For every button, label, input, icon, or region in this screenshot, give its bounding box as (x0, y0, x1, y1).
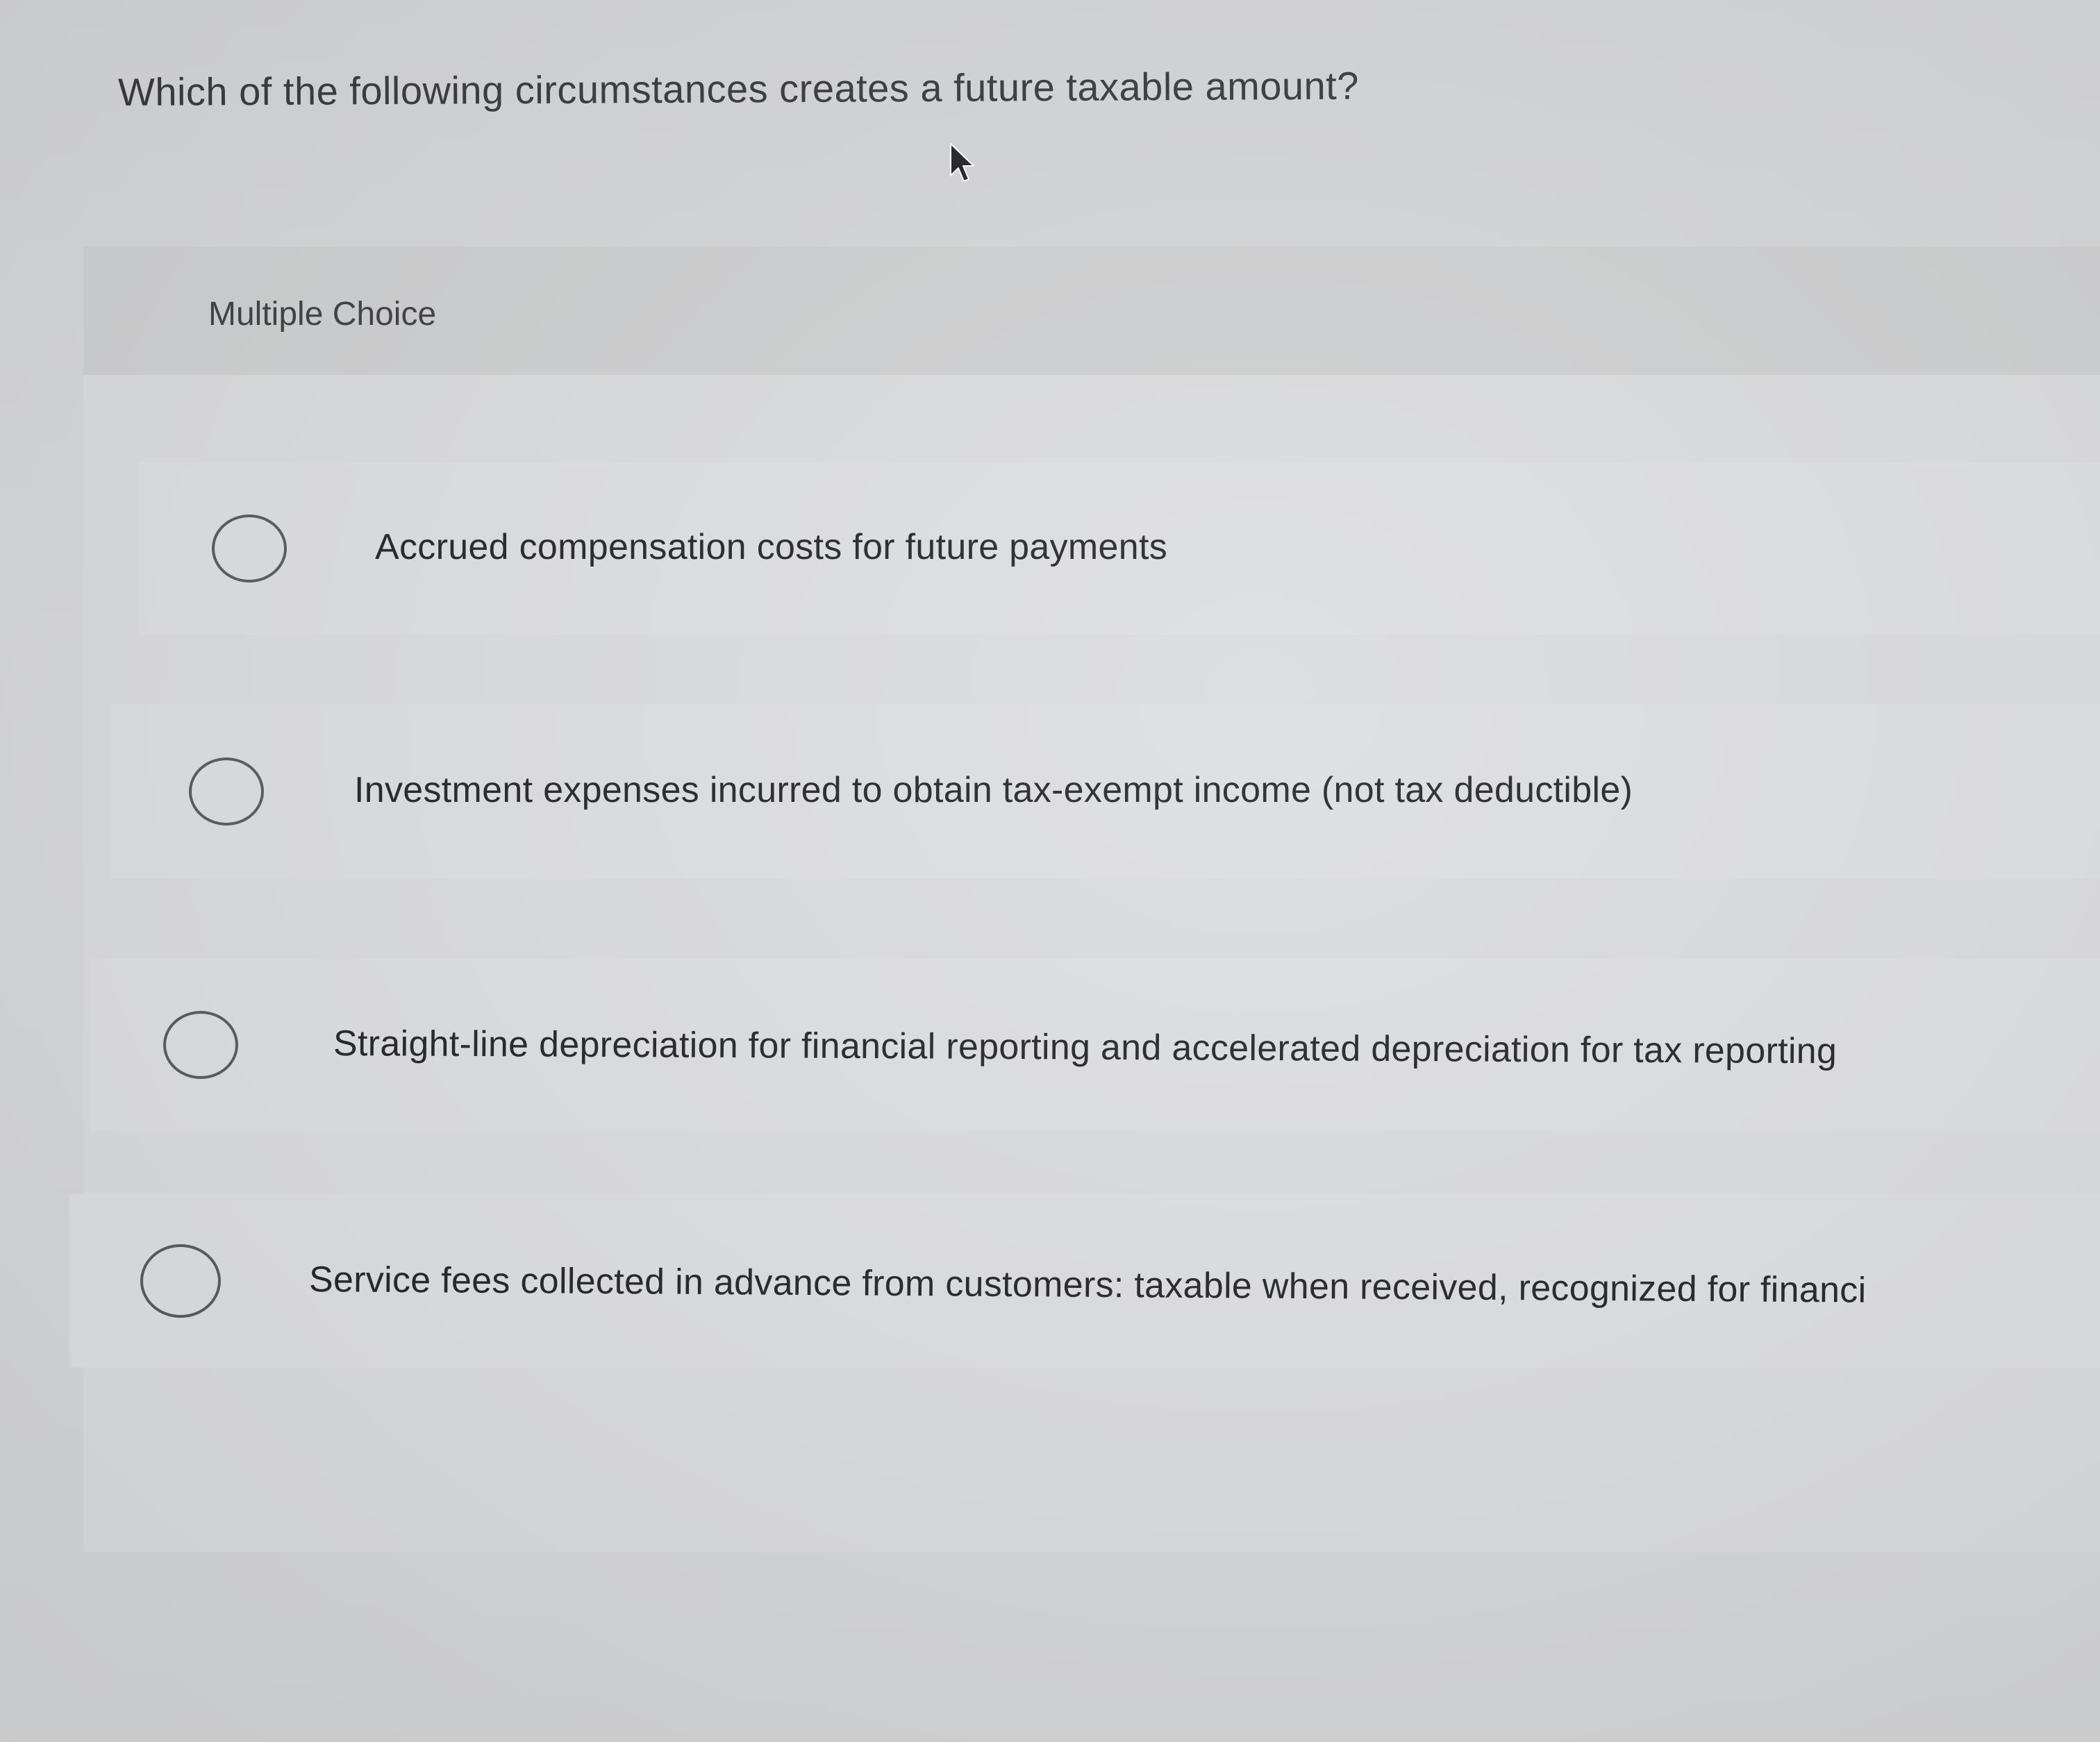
answer-option-3[interactable]: Straight-line depreciation for financial… (90, 958, 2100, 1132)
multiple-choice-header: Multiple Choice (83, 246, 2100, 375)
answer-option-4[interactable]: Service fees collected in advance from c… (69, 1194, 2100, 1368)
answer-option-label[interactable]: Investment expenses incurred to obtain t… (354, 769, 1633, 811)
answer-option-1[interactable]: Accrued compensation costs for future pa… (139, 462, 2100, 635)
multiple-choice-label: Multiple Choice (208, 296, 437, 333)
quiz-page: Which of the following circumstances cre… (0, 0, 2100, 1742)
answer-option-label[interactable]: Accrued compensation costs for future pa… (375, 526, 1167, 568)
radio-button-icon[interactable] (189, 757, 264, 826)
radio-button-icon[interactable] (212, 514, 287, 583)
answer-option-2[interactable]: Investment expenses incurred to obtain t… (111, 705, 2100, 878)
radio-button-icon[interactable] (163, 1011, 238, 1079)
radio-button-icon[interactable] (140, 1244, 221, 1318)
mouse-pointer-icon (950, 143, 974, 182)
answer-option-label[interactable]: Service fees collected in advance from c… (309, 1259, 1867, 1312)
answer-option-label[interactable]: Straight-line depreciation for financial… (333, 1023, 1838, 1072)
question-text: Which of the following circumstances cre… (117, 63, 1360, 114)
